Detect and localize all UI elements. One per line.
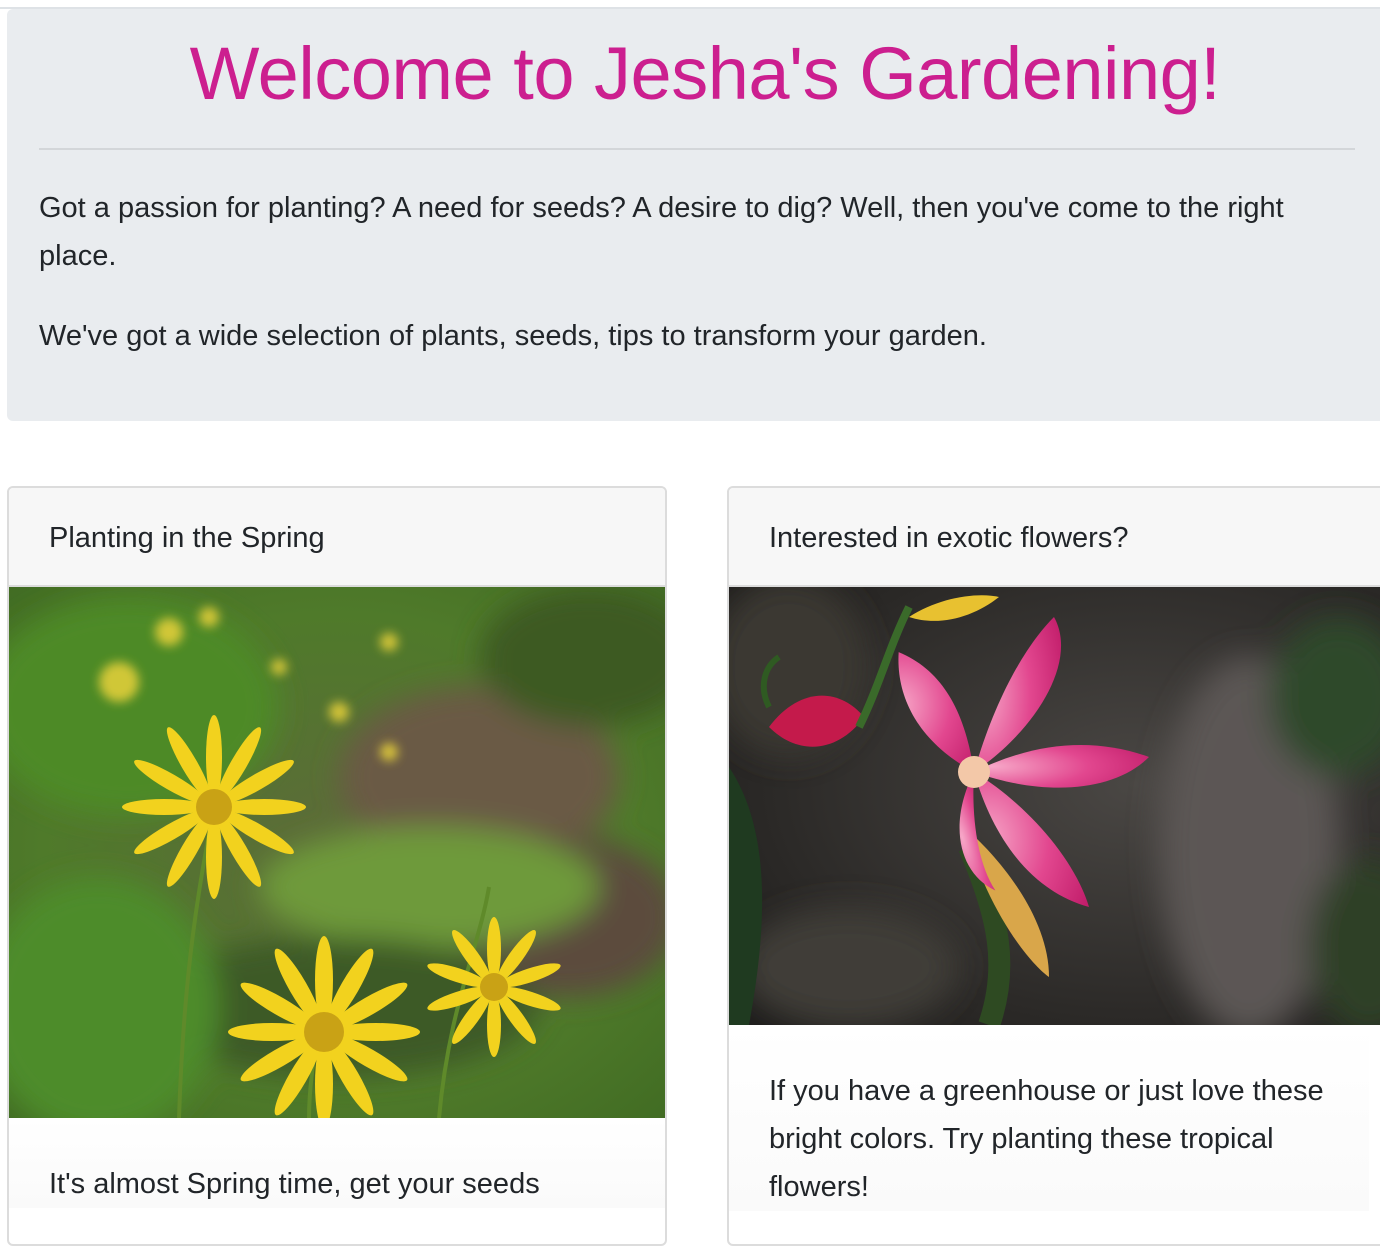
- card-spring-planting: Planting in the Spring It's almost Sprin…: [7, 486, 667, 1246]
- top-border: [0, 0, 1380, 9]
- card-header: Planting in the Spring: [9, 488, 665, 587]
- card-text: If you have a greenhouse or just love th…: [729, 1025, 1369, 1211]
- selection-paragraph: We've got a wide selection of plants, se…: [39, 320, 987, 352]
- page-title: Welcome to Jesha's Gardening!: [189, 32, 1221, 115]
- intro-paragraph: Got a passion for planting? A need for s…: [39, 192, 1284, 272]
- card-text: It's almost Spring time, get your seeds: [9, 1118, 665, 1208]
- card-header: Interested in exotic flowers?: [729, 488, 1380, 587]
- pink-desert-rose-flower-image: [729, 587, 1380, 1025]
- card-exotic-flowers: Interested in exotic flowers? If you hav…: [727, 486, 1380, 1246]
- yellow-daisy-flowers-image: [9, 587, 665, 1118]
- divider: [39, 148, 1355, 150]
- jumbotron: Welcome to Jesha's Gardening! Got a pass…: [7, 9, 1380, 421]
